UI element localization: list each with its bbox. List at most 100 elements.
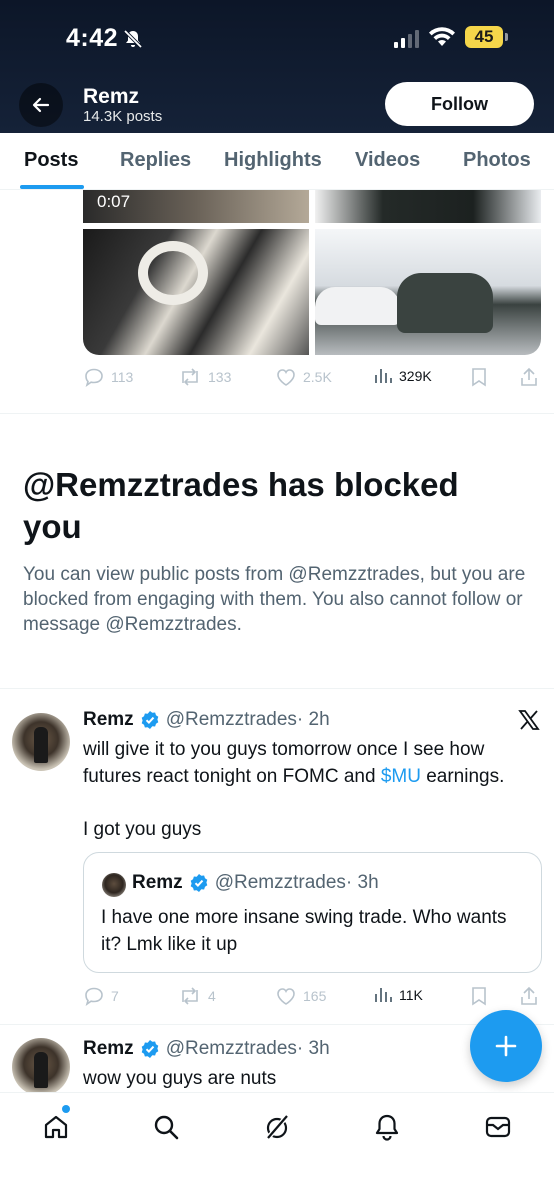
author-name[interactable]: Remz [83, 1038, 134, 1060]
follow-button[interactable]: Follow [385, 82, 534, 126]
media-photo-showroom[interactable] [315, 229, 541, 355]
view-count: 11K [399, 987, 423, 1003]
repost-icon [182, 987, 198, 1005]
reply-count: 113 [111, 369, 134, 385]
reply-icon [85, 987, 103, 1006]
tweet-actions: 7 4 165 11K [83, 985, 541, 1009]
tab-videos[interactable]: Videos [355, 149, 420, 172]
media-photo-interior[interactable] [83, 229, 309, 355]
tweet-header: Remz @Remzztrades · 3h [83, 1038, 330, 1060]
nav-search[interactable] [146, 1107, 186, 1147]
divider [0, 688, 554, 689]
post-media-grid[interactable]: 0:07 [83, 190, 541, 355]
tweet-time[interactable]: · 3h [297, 1038, 330, 1060]
author-handle[interactable]: @Remzztrades [166, 709, 297, 731]
views-chart-icon [375, 988, 392, 1002]
share-button[interactable] [519, 366, 539, 388]
tweet-time[interactable]: · 2h [297, 709, 330, 731]
share-button[interactable] [519, 985, 539, 1007]
heart-icon [277, 369, 295, 386]
views-button[interactable]: 11K [373, 985, 423, 1005]
status-bar: 4:42 45 [0, 22, 554, 56]
tweet-text: wow you guys are nuts [83, 1068, 277, 1089]
quote-time: · 3h [345, 872, 379, 893]
bookmark-button[interactable] [470, 366, 488, 388]
search-icon [154, 1115, 179, 1140]
x-logo-icon [518, 710, 540, 730]
share-icon [521, 986, 537, 1005]
reply-count: 7 [111, 988, 119, 1004]
reply-button[interactable]: 7 [83, 985, 119, 1007]
avatar[interactable] [12, 713, 70, 771]
tweet-text: will give it to you guys tomorrow once I… [83, 739, 505, 787]
quote-header: Remz @Remzztrades · 3h [132, 872, 379, 894]
divider [0, 1024, 554, 1025]
plus-icon [495, 1035, 517, 1057]
views-chart-icon [375, 369, 392, 383]
repost-count: 133 [208, 369, 232, 385]
wifi-icon [428, 26, 456, 53]
avatar [102, 873, 126, 897]
avatar[interactable] [12, 1038, 70, 1096]
quote-author-name: Remz [132, 872, 183, 893]
like-button[interactable]: 165 [275, 985, 326, 1007]
nav-grok[interactable] [257, 1107, 297, 1147]
notification-dot [62, 1105, 70, 1113]
compose-button[interactable] [470, 1010, 542, 1082]
profile-post-count: 14.3K posts [83, 108, 163, 125]
tab-photos[interactable]: Photos [463, 149, 531, 172]
repost-button[interactable]: 4 [178, 985, 216, 1007]
nav-notifications[interactable] [367, 1107, 407, 1147]
repost-count: 4 [208, 988, 216, 1004]
author-handle[interactable]: @Remzztrades [166, 1038, 297, 1060]
bookmark-icon [472, 368, 486, 387]
post-actions: 113 133 2.5K 329K [83, 366, 541, 390]
active-tab-indicator [20, 185, 84, 189]
quote-author-handle: @Remzztrades [214, 872, 346, 893]
tab-posts[interactable]: Posts [24, 149, 78, 172]
mail-icon [485, 1116, 511, 1138]
profile-tabs: Posts Replies Highlights Videos Photos [0, 133, 554, 190]
verified-badge-icon [141, 1040, 158, 1058]
arrow-left-icon [32, 97, 50, 113]
cellular-signal-icon [394, 30, 419, 48]
profile-name: Remz [83, 85, 140, 108]
verified-badge-icon [141, 711, 158, 729]
tab-highlights[interactable]: Highlights [224, 149, 322, 172]
blocked-message: You can view public posts from @Remzztra… [23, 564, 526, 635]
blocked-title: @Remzztrades has blocked you [23, 466, 459, 545]
bell-icon [375, 1114, 399, 1141]
home-icon [44, 1115, 68, 1139]
quote-text: I have one more insane swing trade. Who … [101, 907, 507, 955]
back-button[interactable] [19, 83, 63, 127]
cashtag-link[interactable]: $MU [381, 766, 421, 787]
video-duration: 0:07 [97, 192, 131, 211]
tab-replies[interactable]: Replies [120, 149, 191, 172]
media-photo-thumb[interactable] [315, 190, 541, 223]
divider [0, 413, 554, 414]
reply-button[interactable]: 113 [83, 366, 133, 388]
battery-indicator: 45 [465, 26, 508, 48]
bookmark-button[interactable] [470, 985, 488, 1007]
repost-icon [182, 368, 198, 386]
heart-icon [277, 988, 295, 1005]
nav-home[interactable] [36, 1107, 76, 1147]
like-count: 2.5K [303, 369, 332, 385]
media-video-thumb[interactable]: 0:07 [83, 190, 309, 223]
grok-icon [266, 1114, 289, 1140]
like-count: 165 [303, 988, 327, 1004]
share-icon [521, 367, 537, 386]
like-button[interactable]: 2.5K [275, 366, 332, 388]
quoted-tweet[interactable]: Remz @Remzztrades · 3h I have one more i… [83, 852, 542, 973]
repost-button[interactable]: 133 [178, 366, 231, 388]
nav-messages[interactable] [478, 1107, 518, 1147]
tweet-text-line: I got you guys [83, 819, 202, 840]
reply-icon [85, 368, 103, 387]
verified-badge-icon [190, 874, 207, 892]
author-name[interactable]: Remz [83, 709, 134, 731]
view-count: 329K [399, 368, 432, 384]
status-time: 4:42 [66, 24, 119, 52]
bottom-navigation [0, 1092, 554, 1200]
views-button[interactable]: 329K [373, 366, 432, 386]
tweet-header: Remz @Remzztrades · 2h [83, 709, 330, 731]
